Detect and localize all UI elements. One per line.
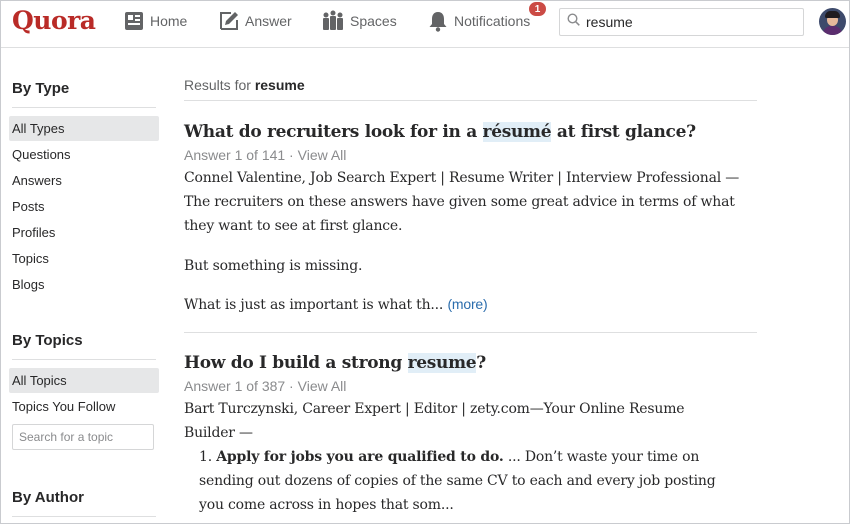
nav-notifications-label: Notifications bbox=[454, 13, 531, 29]
nav-home[interactable]: Home bbox=[124, 9, 187, 33]
query-highlight: resume bbox=[407, 353, 477, 373]
nav-answer-label: Answer bbox=[245, 13, 292, 29]
filter-answers[interactable]: Answers bbox=[9, 168, 159, 193]
answer-text: What is just as important is what th... … bbox=[184, 296, 488, 313]
divider bbox=[12, 359, 156, 360]
divider bbox=[12, 516, 156, 517]
view-all-link[interactable]: View All bbox=[298, 378, 347, 394]
by-author-heading: By Author bbox=[12, 489, 84, 506]
filter-posts[interactable]: Posts bbox=[9, 194, 159, 219]
list-item-bold: Apply for jobs you are qualified to do. bbox=[216, 449, 504, 465]
filter-questions[interactable]: Questions bbox=[9, 142, 159, 167]
nav-notifications[interactable]: Notifications bbox=[428, 9, 530, 33]
filter-all-types[interactable]: All Types bbox=[9, 116, 159, 141]
search-box[interactable] bbox=[559, 8, 804, 36]
result-question-title[interactable]: What do recruiters look for in a résumé … bbox=[184, 122, 696, 142]
view-all-link[interactable]: View All bbox=[298, 147, 347, 163]
nav-spaces-label: Spaces bbox=[350, 13, 397, 29]
answer-count: Answer 1 of 387 bbox=[184, 378, 286, 394]
answer-pencil-icon bbox=[219, 11, 239, 31]
answer-text: The recruiters on these answers have giv… bbox=[184, 194, 735, 234]
search-icon bbox=[567, 13, 580, 31]
divider bbox=[12, 107, 156, 108]
result-question-title[interactable]: How do I build a strong resume? bbox=[184, 353, 486, 373]
list-item: 1. Apply for jobs you are qualified to d… bbox=[199, 449, 716, 513]
divider bbox=[184, 100, 757, 101]
nav-home-label: Home bbox=[150, 13, 188, 29]
divider bbox=[184, 332, 757, 333]
results-header: Results for resume bbox=[184, 77, 305, 93]
filter-topics[interactable]: Topics bbox=[9, 246, 159, 271]
filter-topics-you-follow[interactable]: Topics You Follow bbox=[9, 394, 159, 419]
quora-search-page: Quora Home Answer Spaces Notifications 1… bbox=[0, 0, 850, 524]
nav-spaces[interactable]: Spaces bbox=[322, 9, 397, 33]
filter-all-topics[interactable]: All Topics bbox=[9, 368, 159, 393]
nav-answer[interactable]: Answer bbox=[219, 9, 292, 33]
home-icon bbox=[124, 11, 144, 31]
search-input[interactable] bbox=[586, 14, 786, 30]
filter-profiles[interactable]: Profiles bbox=[9, 220, 159, 245]
answer-meta: Answer 1 of 387 · View All bbox=[184, 378, 347, 394]
by-type-heading: By Type bbox=[12, 80, 70, 97]
by-topics-heading: By Topics bbox=[12, 332, 83, 349]
quora-logo[interactable]: Quora bbox=[12, 6, 96, 35]
spaces-icon bbox=[322, 10, 344, 32]
topic-search-input[interactable] bbox=[12, 424, 154, 450]
top-navigation-bar: Quora Home Answer Spaces Notifications 1… bbox=[1, 1, 849, 48]
results-prefix: Results for bbox=[184, 77, 251, 93]
user-avatar[interactable] bbox=[819, 8, 846, 35]
notifications-count-badge: 1 bbox=[528, 1, 547, 17]
filter-blogs[interactable]: Blogs bbox=[9, 272, 159, 297]
answer-count: Answer 1 of 141 bbox=[184, 147, 286, 163]
results-query: resume bbox=[254, 77, 305, 93]
more-link[interactable]: (more) bbox=[447, 296, 487, 312]
answer-meta: Answer 1 of 141 · View All bbox=[184, 147, 347, 163]
bell-icon bbox=[428, 10, 448, 32]
answer-text: But something is missing. bbox=[184, 258, 363, 274]
query-highlight: résumé bbox=[482, 122, 552, 142]
answer-author-credential[interactable]: Connel Valentine, Job Search Expert | Re… bbox=[184, 166, 744, 190]
answer-author-credential[interactable]: Bart Turczynski, Career Expert | Editor … bbox=[184, 397, 704, 445]
